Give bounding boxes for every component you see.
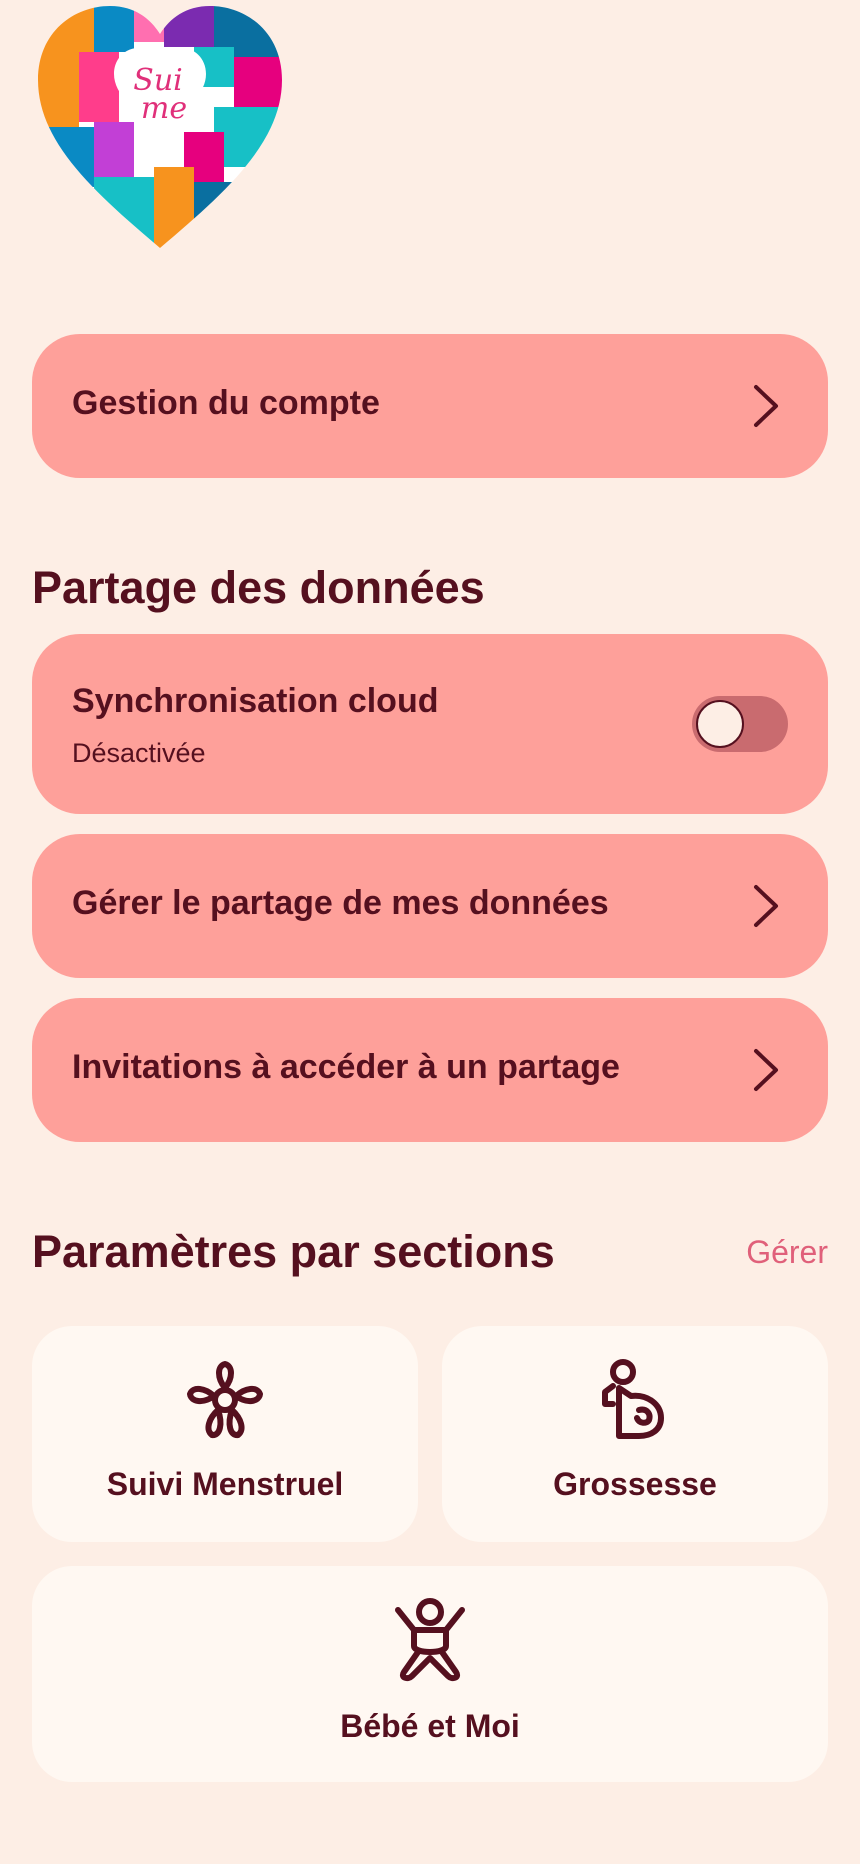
manage-sharing-label: Gérer le partage de mes données [72, 884, 609, 922]
section-settings-title: Paramètres par sections [32, 1226, 555, 1277]
menstrual-tracking-tile[interactable]: Suivi Menstruel [32, 1326, 418, 1542]
svg-text:me: me [141, 91, 187, 126]
pregnancy-tile[interactable]: Grossesse [442, 1326, 828, 1542]
flower-icon [187, 1361, 263, 1438]
toggle-knob [696, 700, 744, 748]
menstrual-tracking-label: Suivi Menstruel [106, 1466, 344, 1502]
cloud-sync-row: Synchronisation cloud Désactivée [32, 634, 828, 814]
manage-sections-link[interactable]: Gérer [746, 1234, 828, 1271]
sharing-invitations-button[interactable]: Invitations à accéder à un partage [32, 998, 828, 1142]
chevron-right-icon [754, 1049, 778, 1091]
chevron-right-icon [754, 885, 778, 927]
baby-and-me-label: Bébé et Moi [340, 1708, 520, 1744]
baby-and-me-tile[interactable]: Bébé et Moi [32, 1566, 828, 1782]
sharing-invitations-label: Invitations à accéder à un partage [72, 1048, 620, 1086]
heart-logo-icon: Sui me [38, 6, 282, 248]
account-management-button[interactable]: Gestion du compte [32, 334, 828, 478]
chevron-right-icon [754, 385, 778, 427]
manage-sharing-button[interactable]: Gérer le partage de mes données [32, 834, 828, 978]
pregnancy-label: Grossesse [553, 1466, 717, 1502]
app-logo: Sui me [34, 2, 286, 252]
cloud-sync-label: Synchronisation cloud [72, 682, 439, 720]
cloud-sync-status: Désactivée [72, 738, 206, 768]
cloud-sync-toggle[interactable] [692, 696, 788, 752]
baby-icon [395, 1598, 465, 1682]
pregnancy-icon [602, 1359, 664, 1439]
account-management-label: Gestion du compte [72, 384, 380, 422]
data-sharing-title: Partage des données [32, 562, 485, 613]
